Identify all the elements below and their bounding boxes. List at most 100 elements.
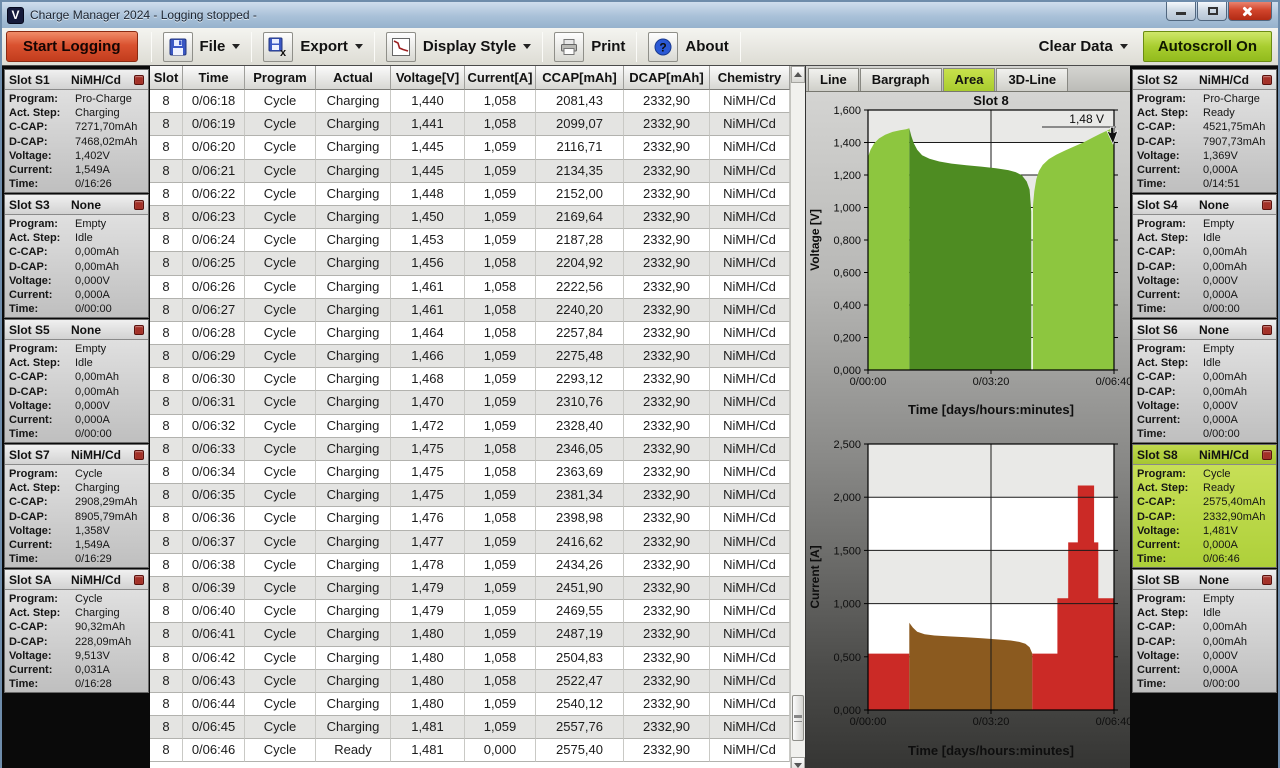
table-row[interactable]: 80/06:45CycleCharging1,4811,0592557,7623… [150, 716, 790, 739]
current-chart[interactable]: 0,0000,5001,0001,5002,0002,5000/00:000/0… [806, 430, 1130, 768]
table-row[interactable]: 80/06:28CycleCharging1,4641,0582257,8423… [150, 322, 790, 345]
table-scrollbar[interactable] [790, 66, 805, 768]
clear-data-button[interactable]: Clear Data [1034, 36, 1133, 57]
slot-panel-slot-s4[interactable]: Slot S4NoneProgram:EmptyAct. Step:IdleC-… [1132, 194, 1277, 318]
table-cell: 2240,20 [536, 299, 624, 322]
table-cell: 2332,90 [624, 600, 710, 623]
table-row[interactable]: 80/06:26CycleCharging1,4611,0582222,5623… [150, 276, 790, 299]
autoscroll-button[interactable]: Autoscroll On [1143, 31, 1272, 62]
table-row[interactable]: 80/06:42CycleCharging1,4801,0582504,8323… [150, 647, 790, 670]
table-cell: 1,059 [465, 531, 536, 554]
about-button[interactable]: ? About [643, 30, 733, 64]
slot-field-row: Time:0/00:00 [9, 428, 144, 442]
table-row[interactable]: 80/06:31CycleCharging1,4701,0592310,7623… [150, 391, 790, 414]
slot-panel-slot-s8[interactable]: Slot S8NiMH/CdProgram:CycleAct. Step:Rea… [1132, 444, 1277, 568]
tab-3d-line[interactable]: 3D-Line [996, 68, 1068, 91]
table-row[interactable]: 80/06:24CycleCharging1,4531,0592187,2823… [150, 229, 790, 252]
slot-field-label: Time: [1137, 678, 1203, 692]
table-row[interactable]: 80/06:43CycleCharging1,4801,0582522,4723… [150, 670, 790, 693]
close-button[interactable] [1228, 2, 1272, 21]
column-header-time: Time [183, 66, 245, 90]
table-row[interactable]: 80/06:20CycleCharging1,4451,0592116,7123… [150, 136, 790, 159]
table-cell: 1,480 [391, 623, 465, 646]
table-row[interactable]: 80/06:29CycleCharging1,4661,0592275,4823… [150, 345, 790, 368]
slot-field-row: Current:1,549A [9, 539, 144, 553]
print-button[interactable]: Print [549, 30, 630, 64]
slot-name: Slot S6 [1137, 323, 1199, 337]
scroll-thumb[interactable] [792, 695, 804, 741]
table-row[interactable]: 80/06:38CycleCharging1,4781,0592434,2623… [150, 554, 790, 577]
table-cell: 1,453 [391, 229, 465, 252]
table-row[interactable]: 80/06:41CycleCharging1,4801,0592487,1923… [150, 623, 790, 646]
table-row[interactable]: 80/06:22CycleCharging1,4481,0592152,0023… [150, 183, 790, 206]
slot-field-label: D-CAP: [9, 511, 75, 525]
table-row[interactable]: 80/06:23CycleCharging1,4501,0592169,6423… [150, 206, 790, 229]
slot-field-row: Act. Step:Charging [9, 482, 144, 496]
table-cell: Cycle [245, 160, 316, 183]
table-row[interactable]: 80/06:36CycleCharging1,4761,0582398,9823… [150, 507, 790, 530]
slot-panel-header: Slot SBNone [1133, 570, 1276, 590]
table-row[interactable]: 80/06:32CycleCharging1,4721,0592328,4023… [150, 415, 790, 438]
y-tick-label: 0,200 [833, 333, 861, 345]
table-row[interactable]: 80/06:46CycleReady1,4810,0002575,402332,… [150, 739, 790, 762]
table-cell: 8 [150, 183, 183, 206]
table-cell: 2169,64 [536, 206, 624, 229]
maximize-button[interactable] [1197, 2, 1227, 21]
tab-area[interactable]: Area [943, 68, 996, 91]
table-cell: 0/06:24 [183, 229, 245, 252]
table-row[interactable]: 80/06:37CycleCharging1,4771,0592416,6223… [150, 531, 790, 554]
table-row[interactable]: 80/06:40CycleCharging1,4791,0592469,5523… [150, 600, 790, 623]
slot-field-value: 228,09mAh [75, 636, 131, 650]
table-cell: Cycle [245, 90, 316, 113]
table-row[interactable]: 80/06:21CycleCharging1,4451,0592134,3523… [150, 160, 790, 183]
scroll-track[interactable] [791, 83, 805, 757]
table-row[interactable]: 80/06:35CycleCharging1,4751,0592381,3423… [150, 484, 790, 507]
table-cell: 2434,26 [536, 554, 624, 577]
table-row[interactable]: 80/06:19CycleCharging1,4411,0582099,0723… [150, 113, 790, 136]
table-row[interactable]: 80/06:33CycleCharging1,4751,0582346,0523… [150, 438, 790, 461]
table-row[interactable]: 80/06:39CycleCharging1,4791,0592451,9023… [150, 577, 790, 600]
table-cell: 2332,90 [624, 461, 710, 484]
slot-panel-slot-sb[interactable]: Slot SBNoneProgram:EmptyAct. Step:IdleC-… [1132, 569, 1277, 693]
scroll-up-arrow[interactable] [791, 66, 805, 83]
slot-field-row: D-CAP:2332,90mAh [1137, 511, 1272, 525]
chevron-down-icon [355, 44, 363, 49]
slot-panel-slot-s6[interactable]: Slot S6NoneProgram:EmptyAct. Step:IdleC-… [1132, 319, 1277, 443]
table-cell: Ready [316, 739, 391, 762]
table-row[interactable]: 80/06:30CycleCharging1,4681,0592293,1223… [150, 368, 790, 391]
slot-panel-slot-s7[interactable]: Slot S7NiMH/CdProgram:CycleAct. Step:Cha… [4, 444, 149, 568]
slot-panel-slot-s1[interactable]: Slot S1NiMH/CdProgram:Pro-ChargeAct. Ste… [4, 69, 149, 193]
table-cell: Cycle [245, 322, 316, 345]
table-row[interactable]: 80/06:34CycleCharging1,4751,0582363,6923… [150, 461, 790, 484]
start-logging-button[interactable]: Start Logging [6, 31, 138, 62]
table-row[interactable]: 80/06:44CycleCharging1,4801,0592540,1223… [150, 693, 790, 716]
slot-field-value: 0,000A [75, 289, 110, 303]
slot-panel-slot-s5[interactable]: Slot S5NoneProgram:EmptyAct. Step:IdleC-… [4, 319, 149, 443]
display-style-button[interactable]: Display Style [381, 30, 536, 64]
slot-field-value: Idle [75, 357, 93, 371]
slot-panel-slot-s3[interactable]: Slot S3NoneProgram:EmptyAct. Step:IdleC-… [4, 194, 149, 318]
file-button[interactable]: File [158, 30, 246, 64]
table-cell: 8 [150, 113, 183, 136]
scroll-down-arrow[interactable] [791, 757, 805, 768]
table-cell: Cycle [245, 716, 316, 739]
slot-field-row: Time:0/00:00 [1137, 678, 1272, 692]
window-controls [1165, 2, 1272, 21]
table-row[interactable]: 80/06:27CycleCharging1,4611,0582240,2023… [150, 299, 790, 322]
table-row[interactable]: 80/06:25CycleCharging1,4561,0582204,9223… [150, 252, 790, 275]
slot-panel-slot-s2[interactable]: Slot S2NiMH/CdProgram:Pro-ChargeAct. Ste… [1132, 69, 1277, 193]
table-cell: Cycle [245, 368, 316, 391]
export-button[interactable]: x Export [258, 30, 368, 64]
tab-line[interactable]: Line [808, 68, 859, 91]
slot-field-label: D-CAP: [1137, 261, 1203, 275]
tab-bargraph[interactable]: Bargraph [860, 68, 942, 91]
table-cell: 1,481 [391, 716, 465, 739]
slot-field-label: Current: [9, 539, 75, 553]
slot-panel-body: Program:EmptyAct. Step:IdleC-CAP:0,00mAh… [5, 340, 148, 442]
voltage-chart[interactable]: 0,0000,2000,4000,6000,8001,0001,2001,400… [806, 92, 1130, 425]
slot-field-label: Current: [9, 164, 75, 178]
slot-panel-slot-sa[interactable]: Slot SANiMH/CdProgram:CycleAct. Step:Cha… [4, 569, 149, 693]
table-cell: 8 [150, 345, 183, 368]
minimize-button[interactable] [1166, 2, 1196, 21]
table-row[interactable]: 80/06:18CycleCharging1,4401,0582081,4323… [150, 90, 790, 113]
